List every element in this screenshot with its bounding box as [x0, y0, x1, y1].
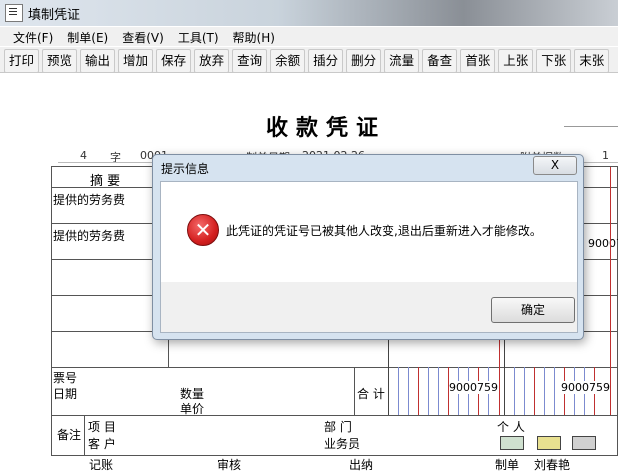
attach-value[interactable]: 1 — [602, 149, 609, 162]
dept-label: 部 门 — [324, 420, 352, 434]
prev-button[interactable]: 上张 — [498, 49, 534, 73]
grid-line — [514, 367, 515, 415]
row-credit-amount[interactable]: 900075 — [588, 237, 618, 250]
menu-bar: 文件(F) 制单(E) 查看(V) 工具(T) 帮助(H) — [0, 27, 618, 46]
dialog-title: 提示信息 — [161, 162, 210, 176]
grid-line — [418, 367, 419, 415]
dialog-message: 此凭证的凭证号已被其他人改变,退出后重新进入才能修改。 — [226, 224, 542, 238]
memo-button[interactable]: 备查 — [422, 49, 458, 73]
voucher-title: 收款凭证 — [266, 115, 387, 141]
menu-tools[interactable]: 工具(T) — [171, 27, 226, 46]
ok-button[interactable]: 确定 — [491, 297, 575, 323]
error-icon: ✕ — [187, 214, 219, 246]
bookkeep-label: 记账 — [89, 458, 114, 472]
window-title: 填制凭证 — [28, 8, 81, 23]
row-summary[interactable]: 提供的劳务费 — [53, 191, 125, 208]
price-label: 单价 — [180, 402, 205, 416]
maker-label: 制单 — [495, 458, 520, 472]
print-button[interactable]: 打印 — [4, 49, 40, 73]
grid-line — [524, 367, 525, 415]
cashier-label: 出纳 — [349, 458, 374, 472]
ticket-label: 票号 — [53, 371, 78, 385]
project-label: 项 目 — [88, 420, 116, 434]
menu-help[interactable]: 帮助(H) — [226, 27, 282, 46]
first-button[interactable]: 首张 — [460, 49, 496, 73]
grid-line — [544, 367, 545, 415]
last-button[interactable]: 末张 — [574, 49, 610, 73]
grid-line — [84, 415, 85, 455]
save-button[interactable]: 保存 — [156, 49, 192, 73]
audit-label: 审核 — [217, 458, 242, 472]
grid-line — [52, 367, 617, 368]
grid-line — [554, 367, 555, 415]
grid-line — [428, 367, 429, 415]
dialog-body: ✕ 此凭证的凭证号已被其他人改变,退出后重新进入才能修改。 确定 — [160, 181, 578, 333]
row-summary[interactable]: 提供的劳务费 — [53, 227, 125, 244]
menu-view[interactable]: 查看(V) — [115, 27, 171, 46]
grid-line — [398, 367, 399, 415]
grid-line — [408, 367, 409, 415]
customer-label: 客 户 — [88, 437, 116, 451]
menu-make[interactable]: 制单(E) — [60, 27, 115, 46]
toolbar: 打印 预览 输出 增加 保存 放弃 查询 余额 插分 删分 流量 备查 首张 上… — [0, 47, 618, 73]
total-credit: 9000759 — [561, 381, 610, 394]
close-icon: X — [550, 158, 560, 172]
next-button[interactable]: 下张 — [536, 49, 572, 73]
query-button[interactable]: 查询 — [232, 49, 268, 73]
close-button[interactable]: X — [533, 156, 577, 175]
card-icon[interactable] — [537, 436, 561, 450]
salesman-label: 业务员 — [324, 437, 361, 451]
grid-line — [354, 367, 355, 415]
total-debit: 9000759 — [449, 381, 498, 394]
grid-line — [610, 167, 611, 415]
voucher-type-number[interactable]: 4 — [80, 149, 87, 162]
app-icon — [5, 4, 23, 22]
summary-header: 摘 要 — [90, 174, 121, 189]
calc-icon[interactable] — [500, 436, 524, 450]
discard-button[interactable]: 放弃 — [194, 49, 230, 73]
person-label: 个 人 — [497, 420, 525, 434]
grid-line — [534, 367, 535, 415]
info-dialog: 提示信息 X ✕ 此凭证的凭证号已被其他人改变,退出后重新进入才能修改。 确定 — [152, 154, 584, 340]
grid-line — [438, 367, 439, 415]
cashflow-button[interactable]: 流量 — [384, 49, 420, 73]
remark-label: 备注 — [57, 428, 82, 442]
preview-button[interactable]: 预览 — [42, 49, 78, 73]
insert-row-button[interactable]: 插分 — [308, 49, 344, 73]
title-rule — [564, 126, 618, 127]
title-bar: 填制凭证 — [0, 0, 618, 26]
maker-name: 刘春艳 — [534, 458, 571, 472]
edit-icon[interactable] — [572, 436, 596, 450]
ticket-date-label: 日期 — [53, 387, 78, 401]
total-label: 合 计 — [357, 387, 385, 401]
menu-file[interactable]: 文件(F) — [6, 27, 60, 46]
add-button[interactable]: 增加 — [118, 49, 154, 73]
export-button[interactable]: 输出 — [80, 49, 116, 73]
grid-line — [52, 415, 617, 416]
balance-button[interactable]: 余额 — [270, 49, 306, 73]
delete-row-button[interactable]: 删分 — [346, 49, 382, 73]
